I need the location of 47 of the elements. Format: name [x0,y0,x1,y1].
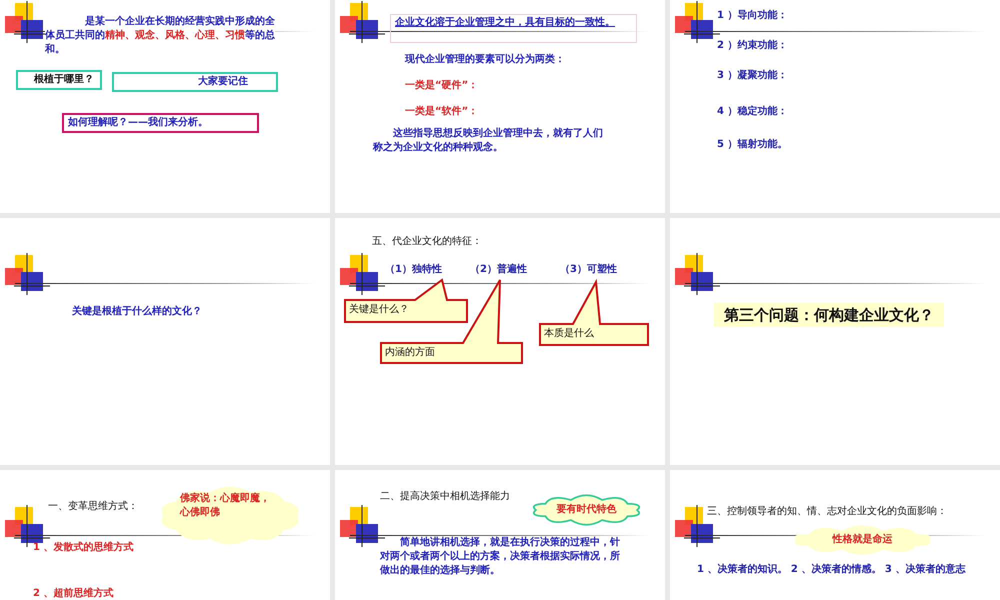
list-item-text: 1 、决策者的知识。 2 、决策者的情感。 3 、决策者的意志 [697,563,967,577]
callout-text: 关键是什么？ [349,303,409,317]
cloud-text: 佛家说：心魔即魔，心佛即佛 [180,492,271,520]
slide-heading: 二、提高决策中相机选择能力 [380,490,510,504]
slide-thumbnail[interactable]: 第三个问题：何构建企业文化？ [670,218,1000,465]
slide-text: 这些指导思想反映到企业管理中去，就有了人们称之为企业文化的种种观念。 [373,127,604,155]
squares-logo-icon [339,253,385,295]
list-item-text: 1 、发散式的思维方式 [33,541,134,555]
slide-thumbnail[interactable]: 五、代企业文化的特征： （1）独特性 （2）普遍性 （3）可塑性 关键是什么？ 内涵的方面 本质是什么 [335,218,665,465]
framed-text: 企业文化溶于企业管理之中，具有目标的一致性。 [390,14,637,43]
list-item-text: （3）可塑性 [560,263,617,277]
list-item-text: 5 ）辐射功能。 [717,138,788,152]
slide-text: 一类是“软件”： [405,105,478,119]
slide-text: 现代企业管理的要素可以分为两类： [405,53,565,67]
list-item-text: 1 ）导向功能： [717,9,788,23]
highlighted-heading: 第三个问题：何构建企业文化？ [714,303,944,327]
slide-heading: 三、控制领导者的知、情、志对企业文化的负面影响： [707,505,947,519]
slide-heading: 五、代企业文化的特征： [372,235,482,249]
slide-thumbnail[interactable]: 一、变革思维方式： 佛家说：心魔即魔，心佛即佛 1 、发散式的思维方式 2 、超前思维方式 [0,470,330,600]
framed-text: 大家要记住 [112,72,278,92]
cloud-text: 要有时代特色 [556,503,618,517]
squares-logo-icon [339,1,385,43]
slide-thumbnail[interactable]: 二、提高决策中相机选择能力 要有时代特色 简单地讲相机选择，就是在执行决策的过程中，针对两个或者两个以上的方案，决策者根据实际情况，所做出的最佳的选择与判断。 [335,470,665,600]
list-item-text: 3 ）凝聚功能： [717,69,788,83]
slide-thumbnail[interactable]: 企业文化溶于企业管理之中，具有目标的一致性。 现代企业管理的要素可以分为两类： 一类是“硬件”： 一类是“软件”： 这些指导思想反映到企业管理中去，就有了人们称之为企业文化的种种观念。 [335,0,665,213]
callout-text: 内涵的方面 [385,346,435,360]
slide-thumbnail[interactable]: 三、控制领导者的知、情、志对企业文化的负面影响： 性格就是命运 1 、决策者的知识。 2 、决策者的情感。 3 、决策者的意志 [670,470,1000,600]
slide-thumbnail[interactable]: 1 ）导向功能： 2 ）约束功能： 3 ）凝聚功能： 4 ）稳定功能： 5 ）辐射功能。 [670,0,1000,213]
slide-text: 关键是根植于什么样的文化？ [72,305,202,319]
squares-logo-icon [4,253,50,295]
framed-text: 如何理解呢？——我们来分析。 [62,113,259,133]
framed-text: 根植于哪里？ [16,70,102,90]
slide-thumbnail[interactable]: 是某一个企业在长期的经营实践中形成的全体员工共同的精神、观念、风格、心理、习惯等的总和。 根植于哪里？ 大家要记住 如何理解呢？——我们来分析。 [0,0,330,213]
squares-logo-icon [674,253,720,295]
callout-text: 本质是什么 [544,327,594,341]
slide-text: 简单地讲相机选择，就是在执行决策的过程中，针对两个或者两个以上的方案，决策者根据实际情况，所做出的最佳的选择与判断。 [380,536,620,578]
list-item-text: （2）普遍性 [470,263,527,277]
list-item-text: 2 ）约束功能： [717,39,788,53]
list-item-text: （1）独特性 [385,263,442,277]
list-item-text: 4 ）稳定功能： [717,105,788,119]
cloud-text: 性格就是命运 [831,533,894,547]
slide-heading: 一、变革思维方式： [48,500,138,514]
slide-thumbnail[interactable]: 关键是根植于什么样的文化？ [0,218,330,465]
list-item-text: 2 、超前思维方式 [33,587,114,600]
slide-text: 一类是“硬件”： [405,79,478,93]
squares-logo-icon [339,505,385,547]
squares-logo-icon [674,505,720,547]
